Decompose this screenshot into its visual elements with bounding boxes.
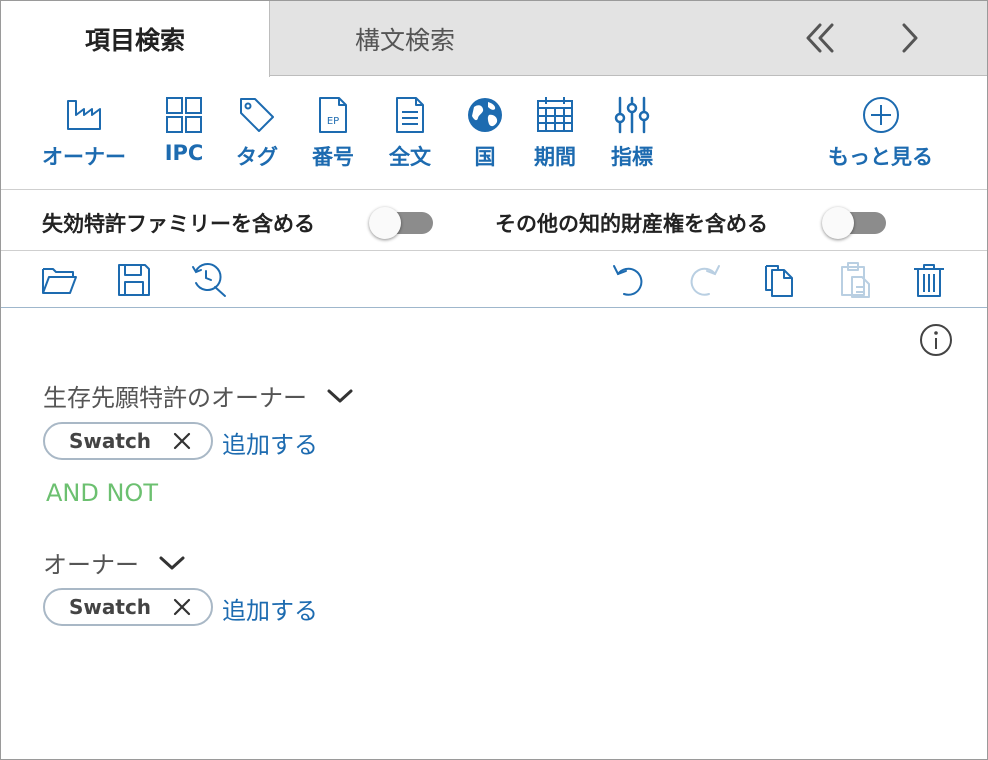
tab-field-search[interactable]: 項目検索 [1, 1, 270, 77]
save-icon [118, 264, 150, 296]
filter-more-label: もっと見る [828, 145, 933, 169]
filter-fulltext-button[interactable]: 全文 [389, 95, 431, 171]
toggle-knob [369, 207, 401, 239]
paste-button[interactable] [835, 261, 875, 299]
owner-chip: Swatch [43, 588, 213, 626]
filter-indicator-button[interactable]: 指標 [611, 95, 653, 171]
filter-period-button[interactable]: 期間 [534, 95, 576, 171]
include-other-ip-toggle[interactable] [822, 207, 886, 239]
filter-toolbar: オーナー IPC タグ EP 番号 全文 国 期間 指標 もっと見る [1, 77, 987, 190]
next-button[interactable] [887, 15, 933, 61]
filter-ipc-label: IPC [164, 141, 204, 165]
toggle-knob [822, 207, 854, 239]
paste-icon [841, 262, 870, 298]
redo-icon [690, 265, 720, 296]
close-icon[interactable] [173, 432, 191, 450]
search-panel: 項目検索 構文検索 オーナー IPC タグ EP 番号 全文 国 期間 指標 も… [0, 0, 988, 760]
history-search-button[interactable] [189, 261, 229, 299]
close-icon[interactable] [173, 598, 191, 616]
double-chevron-left-icon [806, 23, 834, 53]
info-icon[interactable] [919, 323, 953, 357]
grid-icon [164, 95, 204, 135]
owner-chip: Swatch [43, 422, 213, 460]
filter-tag-label: タグ [236, 145, 278, 169]
filter-ipc-button[interactable]: IPC [164, 95, 204, 165]
filter-period-label: 期間 [534, 145, 576, 169]
filter-country-label: 国 [474, 145, 496, 169]
open-button[interactable] [39, 261, 79, 299]
filter-fulltext-label: 全文 [389, 145, 431, 169]
trash-icon [914, 264, 944, 297]
add-owner-link[interactable]: 追加する [222, 425, 318, 460]
chevron-down-icon[interactable] [157, 553, 187, 573]
redo-button[interactable] [685, 261, 725, 299]
action-toolbar [1, 252, 987, 308]
chevron-right-icon [902, 23, 918, 53]
filter-number-label: 番号 [312, 145, 354, 169]
criterion-title-text: オーナー [43, 551, 139, 579]
collapse-panel-button[interactable] [797, 15, 843, 61]
include-expired-label: 失効特許ファミリーを含める [42, 212, 315, 236]
filter-country-button[interactable]: 国 [465, 95, 505, 171]
sliders-icon [612, 95, 652, 135]
save-button[interactable] [114, 261, 154, 299]
include-expired-toggle[interactable] [369, 207, 433, 239]
tab-bar: 項目検索 構文検索 [1, 1, 987, 77]
factory-icon [64, 95, 104, 135]
filter-tag-button[interactable]: タグ [236, 95, 278, 171]
chip-label: Swatch [69, 595, 152, 619]
copy-icon [765, 265, 793, 297]
options-row: 失効特許ファミリーを含める その他の知的財産権を含める [1, 191, 987, 251]
svg-text:EP: EP [327, 116, 339, 127]
globe-icon [465, 95, 505, 135]
open-folder-icon [42, 268, 77, 294]
chip-label: Swatch [69, 429, 152, 453]
include-other-ip-label: その他の知的財産権を含める [495, 212, 768, 236]
boolean-operator[interactable]: AND NOT [46, 479, 158, 507]
filter-indicator-label: 指標 [611, 145, 653, 169]
add-owner-link[interactable]: 追加する [222, 591, 318, 626]
undo-button[interactable] [608, 261, 648, 299]
criterion-title-2: オーナー [43, 545, 187, 580]
plus-circle-icon [861, 95, 901, 135]
undo-icon [613, 265, 643, 296]
criterion-title-1: 生存先願特許のオーナー [43, 378, 355, 413]
delete-button[interactable] [909, 261, 949, 299]
filter-owner-button[interactable]: オーナー [42, 95, 126, 171]
tag-icon [237, 95, 277, 135]
history-search-icon [192, 263, 226, 297]
filter-number-button[interactable]: EP 番号 [312, 95, 354, 171]
calendar-icon [535, 95, 575, 135]
filter-more-button[interactable]: もっと見る [828, 95, 933, 171]
copy-button[interactable] [759, 261, 799, 299]
ep-document-icon: EP [313, 95, 353, 135]
filter-owner-label: オーナー [42, 145, 126, 169]
chevron-down-icon[interactable] [325, 386, 355, 406]
tab-syntax-search[interactable]: 構文検索 [270, 1, 540, 76]
document-icon [390, 95, 430, 135]
criterion-title-text: 生存先願特許のオーナー [43, 384, 307, 412]
